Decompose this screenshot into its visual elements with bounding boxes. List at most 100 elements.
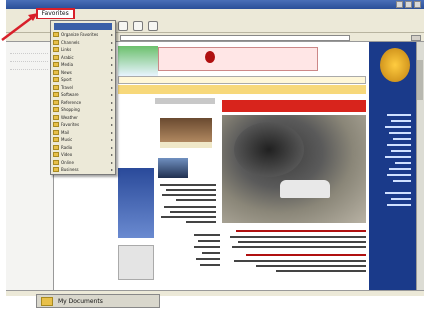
- submenu-arrow-icon: ▸: [110, 84, 113, 90]
- submenu-arrow-icon: ▸: [110, 107, 113, 112]
- submenu-arrow-icon: ▸: [110, 159, 113, 165]
- submenu-arrow-icon: ▸: [110, 167, 113, 172]
- submenu-arrow-icon: ▸: [110, 92, 113, 97]
- site-header-image: [118, 46, 158, 76]
- scrollbar-thumb[interactable]: [417, 60, 423, 100]
- close-icon[interactable]: [414, 1, 421, 8]
- favorites-menu-item-label: Online: [61, 159, 74, 165]
- pointer-arrow-icon: [1, 13, 38, 41]
- folder-icon: [53, 137, 59, 142]
- folder-icon: [53, 167, 59, 172]
- go-button[interactable]: [411, 35, 421, 41]
- folder-icon: [53, 84, 59, 90]
- folder-icon: [53, 39, 59, 45]
- folder-icon: [53, 77, 59, 82]
- favorites-pane-row[interactable]: [10, 46, 48, 54]
- side-link-list[interactable]: [118, 168, 154, 238]
- favorites-menu-item-label: Sport: [61, 77, 72, 82]
- news-thumbnail[interactable]: [160, 118, 212, 142]
- photo-car: [280, 180, 330, 198]
- favorites-menu-item[interactable]: Links ▸: [53, 46, 113, 53]
- favorites-menu-item-label: Weather: [61, 114, 78, 120]
- favorites-menu-item[interactable]: Radio ▸: [53, 144, 113, 151]
- taskbar-item-label: My Documents: [58, 297, 103, 305]
- minimize-icon[interactable]: [396, 1, 403, 8]
- folder-icon: [53, 159, 59, 165]
- address-input[interactable]: [120, 35, 350, 41]
- favorites-menu-item[interactable]: Video ▸: [53, 151, 113, 158]
- folder-icon: [53, 47, 59, 52]
- favorites-menu-item-label: Reference: [61, 99, 82, 105]
- submenu-arrow-icon: ▸: [110, 114, 113, 120]
- folder-icon: [53, 129, 59, 135]
- favorites-menu-item[interactable]: Sport ▸: [53, 76, 113, 83]
- submenu-arrow-icon: ▸: [110, 47, 113, 52]
- print-icon[interactable]: [148, 20, 158, 31]
- folder-icon: [41, 296, 53, 306]
- favorites-menu-item[interactable]: Software ▸: [53, 91, 113, 98]
- menu-bar: Favorites: [6, 8, 424, 20]
- banner-logo-icon: [205, 51, 215, 63]
- site-search-strip[interactable]: [118, 76, 366, 84]
- site-logo-icon[interactable]: [380, 48, 410, 82]
- window-title-bar: [6, 0, 424, 9]
- favorites-menu-item-label: Mail: [61, 129, 70, 135]
- poll-box[interactable]: [118, 245, 154, 280]
- maximize-icon[interactable]: [405, 1, 412, 8]
- favorites-menu-item[interactable]: Arabic ▸: [53, 54, 113, 61]
- thumbnail-caption[interactable]: [160, 142, 212, 148]
- taskbar-item-my-documents[interactable]: My Documents: [36, 294, 160, 308]
- window-controls: [396, 1, 421, 8]
- favorites-menu-item-label: Favorites: [61, 122, 80, 127]
- submenu-arrow-icon: ▸: [110, 39, 113, 45]
- favorites-pane: [6, 42, 54, 290]
- article-summary: [226, 226, 366, 276]
- favorites-menu-item[interactable]: Channels ▸: [53, 39, 113, 46]
- menu-tools[interactable]: [77, 10, 93, 18]
- favorites-menu-item-label: Links: [61, 47, 72, 52]
- folder-icon: [53, 62, 59, 67]
- submenu-arrow-icon: ▸: [110, 77, 113, 82]
- folder-icon: [53, 114, 59, 120]
- submenu-arrow-icon: ▸: [110, 152, 113, 157]
- photo-smoke: [234, 122, 304, 177]
- submenu-arrow-icon: ▸: [110, 129, 113, 135]
- headline-bar[interactable]: [222, 100, 366, 112]
- menu-favorites[interactable]: Favorites: [35, 8, 75, 20]
- favorites-menu-item-label: Video: [61, 152, 73, 157]
- favorites-menu-item[interactable]: Favorites ▸: [53, 121, 113, 128]
- favorites-menu-item-label: Music: [61, 137, 73, 142]
- folder-icon: [53, 144, 59, 150]
- favorites-menu-item-label: Business: [61, 167, 79, 172]
- favorites-menu-item-label: Arabic: [61, 54, 74, 60]
- folder-icon: [53, 54, 59, 60]
- date-line: [155, 98, 215, 104]
- favorites-menu-item[interactable]: Reference ▸: [53, 99, 113, 106]
- favorites-menu-item[interactable]: Business ▸: [53, 166, 113, 173]
- favorites-menu-item-label: Channels: [61, 39, 80, 45]
- favorites-menu-item[interactable]: Travel ▸: [53, 84, 113, 91]
- search-icon[interactable]: [133, 20, 143, 31]
- favorites-pane-row[interactable]: [10, 54, 48, 62]
- folder-icon: [53, 32, 59, 37]
- favorites-menu-item[interactable]: Shopping ▸: [53, 106, 113, 113]
- article-text: [156, 182, 216, 230]
- favorites-menu-item-label: Media: [61, 62, 74, 67]
- favorites-menu-item[interactable]: Mail ▸: [53, 129, 113, 136]
- favorites-menu-item[interactable]: Music ▸: [53, 136, 113, 143]
- folder-icon: [53, 122, 59, 127]
- home-icon[interactable]: [118, 20, 128, 31]
- favorites-menu-item[interactable]: Online ▸: [53, 159, 113, 166]
- site-nav-bar[interactable]: [118, 85, 366, 94]
- favorites-menu-item[interactable]: News ▸: [53, 69, 113, 76]
- submenu-arrow-icon: ▸: [110, 54, 113, 60]
- favorites-pane-row[interactable]: [10, 62, 48, 70]
- favorites-menu-item-label: Organize Favorites: [61, 32, 99, 37]
- folder-icon: [53, 69, 59, 75]
- ad-banner[interactable]: [158, 47, 318, 71]
- favorites-menu-item[interactable]: Weather ▸: [53, 114, 113, 121]
- news-thumbnail[interactable]: [158, 158, 188, 178]
- favorites-menu-item[interactable]: Media ▸: [53, 61, 113, 68]
- submenu-arrow-icon: ▸: [110, 32, 113, 37]
- favorites-menu-item[interactable]: Organize Favorites ▸: [53, 31, 113, 38]
